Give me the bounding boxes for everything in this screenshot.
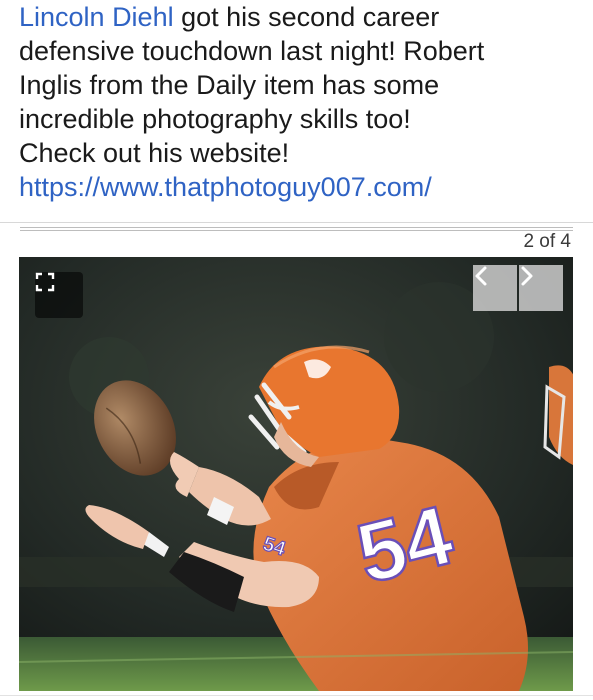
post-text: Lincoln Diehl got his second career defe…	[19, 0, 584, 204]
post-text-line2: defensive touchdown last night! Robert	[19, 36, 485, 66]
website-link[interactable]: https://www.thatphotoguy007.com/	[19, 172, 432, 202]
bottom-divider	[0, 695, 593, 696]
divider	[0, 222, 593, 223]
chevron-right-icon	[521, 266, 533, 286]
previous-image-button[interactable]	[473, 265, 517, 311]
post-text-line4: incredible photography skills too!	[19, 104, 411, 134]
gallery-image[interactable]: 54 54	[19, 257, 573, 691]
next-image-button[interactable]	[519, 265, 563, 311]
post-text-line5: Check out his website!	[19, 138, 290, 168]
post-text-line1: got his second career	[173, 2, 440, 32]
fullscreen-button[interactable]	[35, 272, 83, 318]
post-line-1: Lincoln Diehl got his second career	[19, 0, 584, 34]
expand-icon	[35, 272, 55, 292]
gallery-divider	[20, 227, 573, 231]
chevron-left-icon	[475, 266, 487, 286]
gallery-counter: 2 of 4	[523, 231, 571, 252]
football-photo: 54 54	[19, 257, 573, 691]
mention-link[interactable]: Lincoln Diehl	[19, 2, 174, 32]
post-text-line3: Inglis from the Daily item has some	[19, 70, 440, 100]
